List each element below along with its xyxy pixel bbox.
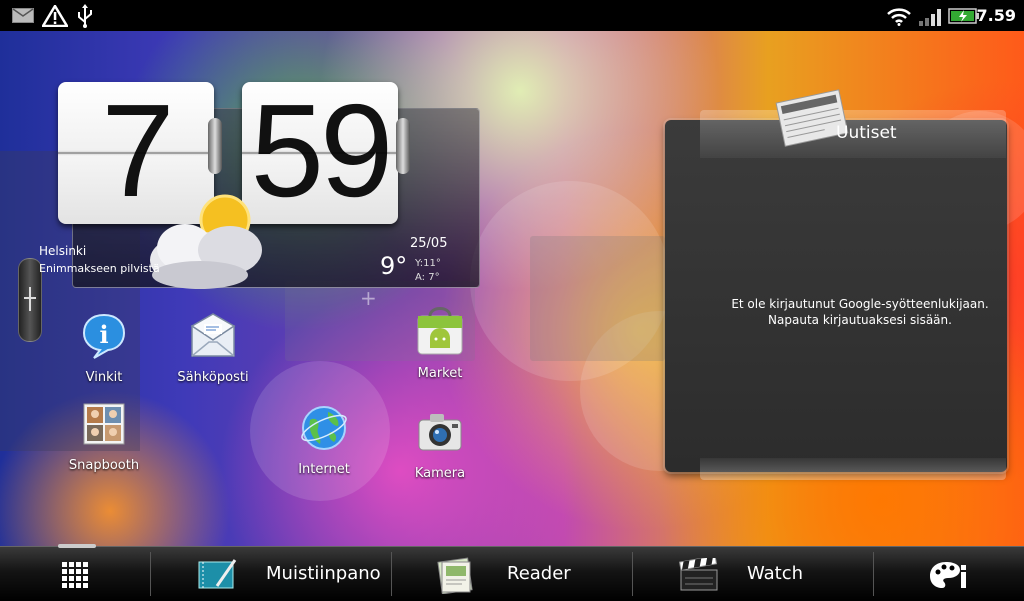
weather-temperature: 9° bbox=[380, 252, 408, 280]
svg-text:i: i bbox=[99, 320, 108, 349]
dock-label: Reader bbox=[507, 563, 571, 584]
app-label: Internet bbox=[298, 462, 350, 477]
mail-icon bbox=[12, 8, 34, 23]
app-vinkit[interactable]: i Vinkit bbox=[49, 312, 159, 385]
personalize-icon bbox=[930, 562, 966, 588]
usb-icon bbox=[78, 4, 92, 28]
app-label: Snapbooth bbox=[68, 458, 140, 473]
market-icon bbox=[417, 307, 463, 355]
app-market[interactable]: Market bbox=[385, 304, 495, 381]
mail-envelope-icon bbox=[190, 313, 236, 357]
warning-icon bbox=[42, 5, 68, 27]
prev-panel-shadow bbox=[530, 236, 665, 361]
add-widget-marker: + bbox=[360, 286, 377, 310]
dock-all-apps-button[interactable] bbox=[0, 552, 150, 596]
weather-low: A: 7° bbox=[415, 272, 440, 283]
tips-icon: i bbox=[82, 313, 126, 359]
clock-hinge bbox=[396, 118, 410, 174]
news-widget-footer bbox=[700, 458, 1006, 480]
app-label: Vinkit bbox=[85, 370, 123, 385]
snapbooth-icon bbox=[83, 403, 125, 445]
partly-cloudy-icon bbox=[150, 194, 262, 289]
app-label: Kamera bbox=[414, 466, 466, 481]
dock-label: Watch bbox=[747, 563, 804, 584]
app-snapbooth[interactable]: Snapbooth bbox=[49, 400, 159, 473]
clock-hinge bbox=[208, 118, 222, 174]
notebook-icon bbox=[198, 559, 237, 589]
weather-high: Y:11° bbox=[415, 258, 441, 269]
dock-personalize-button[interactable] bbox=[874, 552, 1024, 596]
status-clock: 7.59 bbox=[976, 6, 1016, 25]
app-sahkoposti[interactable]: Sähköposti bbox=[158, 312, 268, 385]
app-internet[interactable]: Internet bbox=[269, 404, 379, 477]
weather-city: Helsinki bbox=[39, 244, 87, 258]
camera-icon bbox=[418, 414, 462, 451]
weather-condition: Enimmakseen pilvistä bbox=[39, 262, 160, 275]
app-kamera[interactable]: Kamera bbox=[385, 408, 495, 481]
news-message-line: Napauta kirjautuaksesi sisään. bbox=[768, 313, 952, 327]
weather-date: 25/05 bbox=[410, 236, 448, 251]
all-apps-grid-icon bbox=[62, 562, 88, 588]
news-message-line: Et ole kirjautunut Google-syötteenlukija… bbox=[731, 297, 989, 311]
app-label: Market bbox=[417, 366, 463, 381]
wifi-icon bbox=[887, 8, 911, 26]
globe-icon bbox=[301, 406, 347, 450]
app-label: Sähköposti bbox=[177, 370, 249, 385]
reader-icon bbox=[437, 557, 473, 594]
status-bar: 7.59 bbox=[0, 0, 1024, 31]
news-signin-message[interactable]: Et ole kirjautunut Google-syötteenlukija… bbox=[705, 296, 1015, 328]
dock-page-indicator bbox=[58, 544, 96, 548]
news-widget-title: Uutiset bbox=[836, 123, 897, 143]
clapperboard-icon bbox=[679, 558, 718, 591]
signal-icon bbox=[919, 9, 941, 26]
dock-label: Muistiinpano bbox=[266, 563, 381, 584]
battery-charging-icon bbox=[948, 8, 979, 24]
